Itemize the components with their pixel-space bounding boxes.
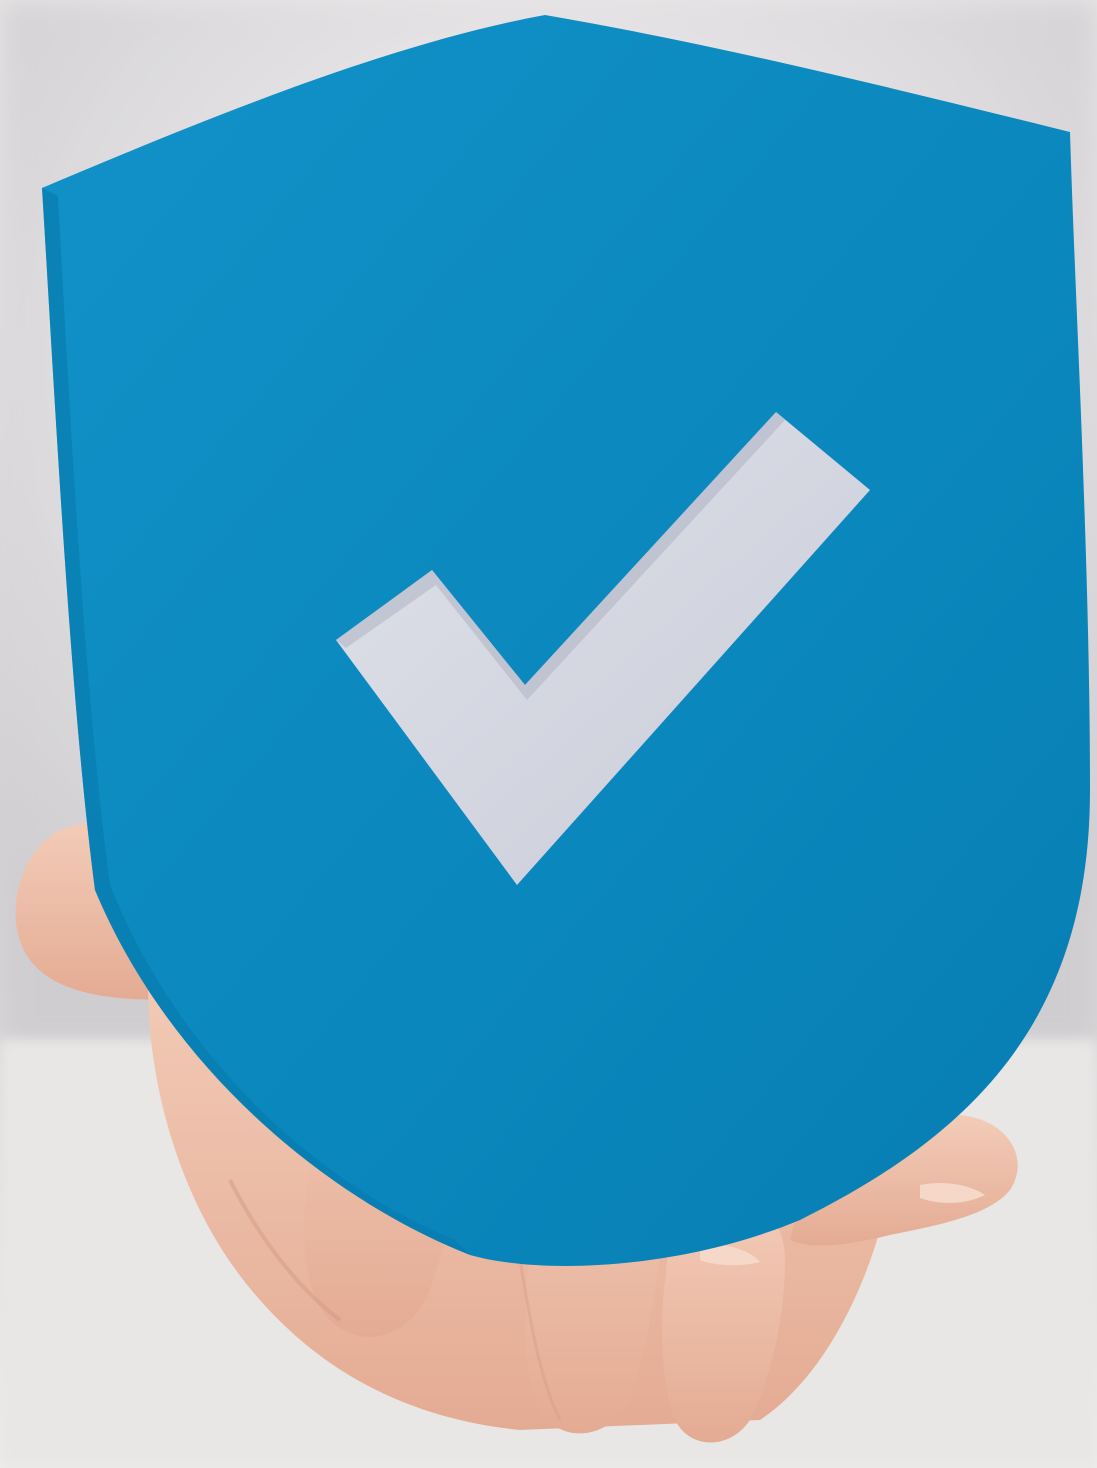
photo-illustration bbox=[0, 0, 1097, 1468]
photo-scene bbox=[0, 0, 1097, 1468]
